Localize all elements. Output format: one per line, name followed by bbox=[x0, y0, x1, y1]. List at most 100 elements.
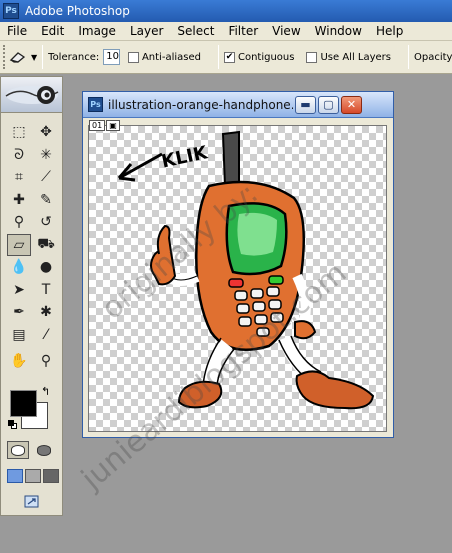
zoom-tool-button[interactable]: ⚲ bbox=[34, 350, 58, 372]
paint-bucket-tool-button[interactable]: ⛟ bbox=[34, 234, 58, 256]
jump-to-imageready-button[interactable] bbox=[21, 493, 43, 511]
opacity-label: Opacity: bbox=[414, 51, 452, 63]
lasso-tool-button[interactable]: ᘐ bbox=[7, 144, 31, 166]
photoshop-app-icon: Ps bbox=[3, 3, 19, 19]
clone-stamp-tool-icon: ⚲ bbox=[13, 214, 25, 230]
klik-text: KLIK bbox=[160, 142, 210, 172]
history-brush-tool-button[interactable]: ↺ bbox=[34, 211, 58, 233]
clone-stamp-tool-button[interactable]: ⚲ bbox=[7, 211, 31, 233]
foreground-color-swatch[interactable] bbox=[10, 390, 37, 417]
app-title-bar: Ps Adobe Photoshop bbox=[0, 0, 452, 22]
type-tool-icon: T bbox=[41, 281, 51, 298]
use-all-layers-label: Use All Layers bbox=[320, 51, 391, 63]
toolbox-header[interactable] bbox=[1, 77, 62, 113]
healing-brush-tool-button[interactable]: ✚ bbox=[7, 189, 31, 211]
eraser-tool-button[interactable]: ▱ bbox=[7, 233, 31, 256]
full-screen-mode-button[interactable] bbox=[43, 469, 59, 483]
contiguous-option[interactable]: ✔ Contiguous bbox=[223, 51, 299, 63]
layer-number-badge: 01 bbox=[89, 120, 106, 131]
maximize-icon: ▢ bbox=[323, 98, 334, 111]
menu-edit[interactable]: Edit bbox=[34, 24, 71, 38]
layer-thumbnail-badge: ▣ bbox=[106, 120, 120, 131]
menu-file[interactable]: File bbox=[0, 24, 34, 38]
eyedropper-tool-button[interactable]: ⁄ bbox=[34, 324, 58, 346]
menu-bar: File Edit Image Layer Select Filter View… bbox=[0, 22, 452, 41]
notes-tool-button[interactable]: ▤ bbox=[7, 324, 31, 346]
anti-aliased-checkbox[interactable] bbox=[127, 51, 139, 63]
magic-wand-tool-button[interactable]: ✳ bbox=[34, 144, 58, 166]
menu-window[interactable]: Window bbox=[308, 24, 369, 38]
blur-tool-button[interactable]: 💧 bbox=[7, 256, 31, 278]
custom-shape-tool-button[interactable]: ✱ bbox=[34, 301, 58, 323]
layer-indicator: 01 ▣ bbox=[89, 120, 120, 131]
crop-tool-icon: ⌗ bbox=[15, 169, 23, 185]
menu-help[interactable]: Help bbox=[369, 24, 410, 38]
chevron-down-icon: ▼ bbox=[31, 52, 38, 62]
path-selection-tool-icon: ➤ bbox=[13, 281, 25, 298]
notes-tool-icon: ▤ bbox=[12, 326, 26, 343]
menu-layer[interactable]: Layer bbox=[123, 24, 170, 38]
dodge-tool-button[interactable]: ● bbox=[34, 256, 58, 278]
tolerance-label: Tolerance: bbox=[48, 51, 100, 63]
swap-colors-icon[interactable]: ↰ bbox=[41, 385, 50, 398]
app-title: Adobe Photoshop bbox=[25, 4, 130, 18]
hand-tool-button[interactable]: ✋ bbox=[7, 350, 31, 372]
pen-tool-icon: ✒ bbox=[13, 304, 25, 320]
standard-screen-mode-button[interactable] bbox=[7, 469, 23, 483]
contiguous-checkbox[interactable]: ✔ bbox=[223, 51, 235, 63]
options-separator bbox=[408, 45, 409, 69]
eraser-preset-icon bbox=[9, 52, 26, 63]
close-icon: ✕ bbox=[346, 98, 357, 111]
brush-tool-button[interactable]: ✎ bbox=[34, 189, 58, 211]
move-tool-icon: ✥ bbox=[40, 124, 52, 140]
menu-filter[interactable]: Filter bbox=[221, 24, 265, 38]
imageready-icon bbox=[24, 495, 39, 508]
anti-aliased-option[interactable]: Anti-aliased bbox=[127, 51, 205, 63]
marquee-tool-icon: ⬚ bbox=[12, 124, 26, 140]
hand-tool-icon: ✋ bbox=[10, 353, 28, 369]
quick-mask-button[interactable] bbox=[33, 441, 55, 459]
tolerance-input[interactable]: 10 bbox=[103, 49, 120, 65]
crop-tool-button[interactable]: ⌗ bbox=[7, 166, 31, 188]
document-window: Ps illustration-orange-handphone... ▬ ▢ … bbox=[82, 91, 394, 438]
image-canvas[interactable]: KLIK bbox=[88, 125, 387, 432]
slice-tool-icon: ⟋ bbox=[41, 169, 51, 185]
anti-aliased-label: Anti-aliased bbox=[141, 51, 201, 63]
full-screen-menu-mode-button[interactable] bbox=[25, 469, 41, 483]
document-title-bar[interactable]: Ps illustration-orange-handphone... ▬ ▢ … bbox=[83, 92, 393, 118]
default-colors-icon[interactable] bbox=[8, 420, 18, 430]
menu-select[interactable]: Select bbox=[170, 24, 221, 38]
custom-shape-tool-icon: ✱ bbox=[40, 304, 52, 320]
minimize-button[interactable]: ▬ bbox=[295, 95, 316, 114]
magic-wand-tool-icon: ✳ bbox=[40, 146, 52, 163]
options-bar-grip[interactable] bbox=[3, 45, 5, 69]
eraser-tool-icon: ▱ bbox=[13, 236, 25, 253]
lasso-tool-icon: ᘐ bbox=[14, 146, 24, 163]
use-all-layers-checkbox[interactable] bbox=[306, 51, 318, 63]
use-all-layers-option[interactable]: Use All Layers bbox=[306, 51, 395, 63]
move-tool-button[interactable]: ✥ bbox=[34, 121, 58, 143]
healing-brush-tool-icon: ✚ bbox=[13, 191, 25, 208]
zoom-tool-icon: ⚲ bbox=[40, 353, 52, 369]
toolbox-panel: ⬚ ✥ ᘐ ✳ ⌗ ⟋ ✚ ✎ ⚲ ↺ ▱ ⛟ 💧 ● ➤ T ✒ ✱ ▤ ⁄ ✋ ⚲ ↰ bbox=[0, 76, 63, 516]
pen-tool-button[interactable]: ✒ bbox=[7, 301, 31, 323]
tool-options-bar: ▼ Tolerance: 10 Anti-aliased ✔ Contiguou… bbox=[0, 41, 452, 74]
standard-mode-button[interactable] bbox=[7, 441, 29, 459]
tool-preset-picker[interactable]: ▼ bbox=[9, 46, 37, 68]
maximize-button[interactable]: ▢ bbox=[318, 95, 339, 114]
options-separator bbox=[217, 45, 219, 69]
paint-bucket-tool-icon: ⛟ bbox=[37, 235, 55, 252]
slice-tool-button[interactable]: ⟋ bbox=[34, 166, 58, 188]
path-selection-tool-button[interactable]: ➤ bbox=[7, 279, 31, 301]
marquee-tool-button[interactable]: ⬚ bbox=[7, 121, 31, 143]
menu-view[interactable]: View bbox=[265, 24, 307, 38]
type-tool-button[interactable]: T bbox=[34, 279, 58, 301]
close-button[interactable]: ✕ bbox=[341, 95, 362, 114]
blur-tool-icon: 💧 bbox=[10, 259, 28, 275]
history-brush-tool-icon: ↺ bbox=[40, 214, 52, 230]
dodge-tool-icon: ● bbox=[39, 259, 53, 275]
contiguous-label: Contiguous bbox=[237, 51, 295, 63]
document-icon: Ps bbox=[88, 97, 103, 112]
handphone-character-illustration: KLIK bbox=[117, 130, 375, 410]
menu-image[interactable]: Image bbox=[71, 24, 123, 38]
